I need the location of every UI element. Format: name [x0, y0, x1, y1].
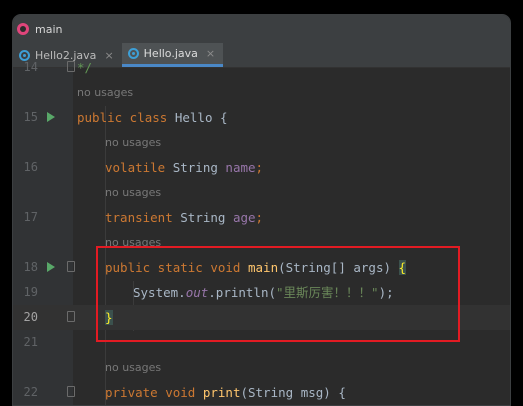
window-title: main	[35, 22, 63, 36]
code-line-17: 17 transient String age;	[13, 205, 510, 230]
line-number: 15	[23, 110, 38, 124]
semicolon: ;	[255, 210, 264, 225]
code-line-15: 15 public class Hello {	[13, 105, 510, 130]
ide-window: main Hello2.java × Hello.java × 14 */ no…	[12, 14, 511, 406]
line-number: 14	[23, 60, 38, 74]
type-name: String	[172, 160, 226, 175]
code-line-14: 14 */	[13, 55, 510, 80]
keyword: transient	[105, 210, 181, 225]
field-name: name	[225, 160, 256, 175]
code-text: public class Hello {	[77, 105, 228, 130]
line-number: 22	[23, 385, 38, 399]
brace: {	[220, 110, 228, 125]
line-number: 19	[23, 285, 38, 299]
usages-hint[interactable]: no usages	[105, 180, 161, 205]
code-text: private void print(String msg) {	[105, 380, 346, 405]
keyword: private void	[105, 385, 203, 400]
line-number: 21	[23, 335, 38, 349]
project-icon	[17, 23, 29, 35]
type-name: String	[180, 210, 233, 225]
title-bar: main	[13, 15, 510, 43]
code-editor[interactable]: 14 */ no usages 15 public class Hello { …	[13, 60, 510, 405]
brace: {	[338, 385, 346, 400]
line-number: 16	[23, 160, 38, 174]
line-number: 17	[23, 210, 38, 224]
fold-icon[interactable]	[67, 261, 75, 272]
field-name: age	[232, 210, 256, 225]
annotation-highlight-box	[96, 246, 460, 342]
code-line-16: 16 volatile String name;	[13, 155, 510, 180]
run-icon[interactable]	[47, 112, 55, 122]
fold-icon[interactable]	[67, 61, 75, 72]
comment-text: */	[77, 60, 93, 75]
usages-hint[interactable]: no usages	[105, 130, 161, 155]
code-text: transient String age;	[105, 205, 263, 230]
method-name: print	[202, 385, 241, 400]
fold-icon[interactable]	[67, 386, 75, 397]
run-icon[interactable]	[47, 262, 55, 272]
keyword: public class	[77, 110, 175, 125]
fold-icon[interactable]	[67, 311, 75, 322]
usages-hint[interactable]: no usages	[77, 80, 133, 105]
keyword: volatile	[105, 160, 173, 175]
class-name: Hello	[174, 110, 220, 125]
code-text: volatile String name;	[105, 155, 263, 180]
line-number: 18	[23, 260, 38, 274]
line-number: 20	[23, 310, 38, 324]
usages-hint[interactable]: no usages	[105, 355, 161, 380]
parameters: (String msg)	[240, 385, 339, 400]
code-line-22: 22 private void print(String msg) {	[13, 380, 510, 405]
semicolon: ;	[255, 160, 264, 175]
